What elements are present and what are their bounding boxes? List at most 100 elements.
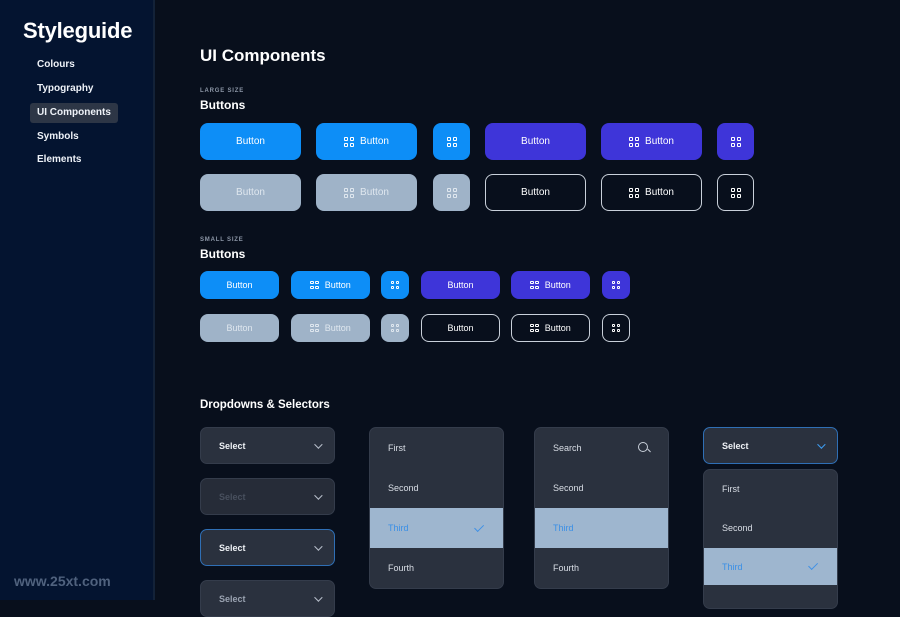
select-label: Select [219,593,246,604]
grid-icon [611,323,621,333]
small-primary-icon-button[interactable]: Button [291,271,370,299]
sidebar-item-ui-components[interactable]: UI Components [30,103,118,124]
chevron-down-icon [314,490,323,500]
list-item-label: Second [388,483,419,493]
large-primary-icon-button[interactable]: Button [316,123,417,160]
large-indigo-icon-button[interactable]: Button [601,123,702,160]
large-indigo-button[interactable]: Button [485,123,586,160]
list-item-label: First [722,484,740,494]
list-item-label: First [388,443,406,453]
page-title: UI Components [200,46,326,65]
small-outline-button[interactable]: Button [421,314,500,342]
small-disabled-button: Button [200,314,279,342]
select-open[interactable]: Select [703,427,838,464]
large-disabled-button: Button [200,174,301,211]
button-label: Button [236,187,265,198]
sidebar-item-typography[interactable]: Typography [30,79,118,99]
large-primary-button[interactable]: Button [200,123,301,160]
grid-icon [629,136,640,147]
list-item-second[interactable]: Second [370,468,503,508]
list-item-label: Second [553,483,584,493]
select-label: Select [219,542,246,553]
check-icon [474,521,485,532]
list-item-label: Fourth [553,563,580,573]
small-indigo-icon-only-button[interactable] [602,271,630,299]
sidebar: Styleguide Colours Typography UI Compone… [0,0,155,600]
grid-icon [730,187,741,198]
sidebar-item-elements[interactable]: Elements [30,150,118,170]
small-outline-icon-button[interactable]: Button [511,314,590,342]
dropdowns-title: Dropdowns & Selectors [200,399,330,411]
grid-icon [530,323,539,333]
sidebar-item-colours[interactable]: Colours [30,55,118,75]
button-label: Button [360,187,389,198]
grid-icon [344,136,355,147]
search-placeholder: Search [553,443,582,453]
sidebar-item-symbols[interactable]: Symbols [30,127,118,147]
dropdown-list: First Second Third Fourth [369,427,504,589]
large-buttons-title: Buttons [200,98,246,112]
button-label: Button [521,187,550,198]
search-icon [638,442,650,454]
search-dropdown-list: Search Second Third Fourth [534,427,669,589]
list-item-first[interactable]: First [704,470,837,508]
select-label: Select [219,491,246,502]
list-item-label: Fourth [388,563,415,573]
large-outline-icon-only-button[interactable] [717,174,754,211]
chevron-down-icon [817,439,826,449]
small-outline-icon-only-button[interactable] [602,314,630,342]
grid-icon [446,187,457,198]
list-item-third[interactable]: Third [535,508,668,548]
list-item-fourth[interactable]: Fourth [370,548,503,588]
button-label: Button [521,136,550,147]
large-outline-icon-button[interactable]: Button [601,174,702,211]
sidebar-nav: Colours Typography UI Components Symbols… [30,55,118,174]
button-label: Button [324,280,351,290]
button-label: Button [544,323,571,333]
small-disabled-icon-button: Button [291,314,370,342]
select-label: Select [219,440,246,451]
select-disabled: Select [200,478,335,515]
brand-title: Styleguide [23,18,133,43]
search-input[interactable]: Search [535,428,668,468]
grid-icon [390,280,400,290]
list-item-first[interactable]: First [370,428,503,468]
large-indigo-icon-only-button[interactable] [717,123,754,160]
button-label: Button [447,323,474,333]
grid-icon [310,323,319,333]
small-primary-icon-only-button[interactable] [381,271,409,299]
small-indigo-button[interactable]: Button [421,271,500,299]
button-label: Button [324,323,351,333]
button-label: Button [226,280,253,290]
small-disabled-icon-only-button [381,314,409,342]
button-label: Button [544,280,571,290]
select-focused[interactable]: Select [200,529,335,566]
list-item-second[interactable]: Second [535,468,668,508]
button-label: Button [645,136,674,147]
list-item-fourth[interactable]: Fourth [535,548,668,588]
grid-icon [390,323,400,333]
grid-icon [530,280,539,290]
select-default-2[interactable]: Select [200,580,335,617]
button-label: Button [226,323,253,333]
list-item-second[interactable]: Second [704,508,837,548]
check-icon [808,560,819,571]
list-item-label: Third [553,523,574,533]
list-item-label: Third [722,561,743,572]
select-default[interactable]: Select [200,427,335,464]
button-label: Button [645,187,674,198]
large-disabled-icon-only-button [433,174,470,211]
large-primary-icon-only-button[interactable] [433,123,470,160]
small-indigo-icon-button[interactable]: Button [511,271,590,299]
select-label: Select [722,440,749,451]
button-label: Button [360,136,389,147]
small-buttons-title: Buttons [200,247,246,261]
list-item-third[interactable]: Third [370,508,503,548]
grid-icon [611,280,621,290]
small-primary-button[interactable]: Button [200,271,279,299]
large-outline-button[interactable]: Button [485,174,586,211]
list-item-third[interactable]: Third [704,548,837,585]
small-size-eyebrow: SMALL SIZE [200,237,244,243]
button-label: Button [236,136,265,147]
grid-icon [446,136,457,147]
